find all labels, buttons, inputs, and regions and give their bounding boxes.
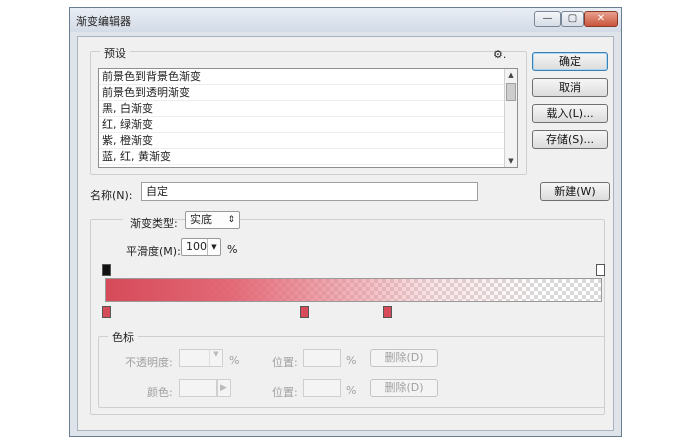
color-location-unit: % xyxy=(346,384,357,397)
load-button[interactable]: 载入(L)... xyxy=(532,104,608,123)
dialog-client: 预设 ⚙. 前景色到背景色渐变 前景色到透明渐变 黑, 白渐变 红, 绿渐变 紫… xyxy=(77,36,614,431)
opacity-field[interactable]: ▼ xyxy=(179,349,223,367)
list-item[interactable]: 前景色到透明渐变 xyxy=(99,85,517,101)
list-item[interactable]: 蓝, 红, 黄渐变 xyxy=(99,149,517,165)
gradient-preview-bar[interactable] xyxy=(105,278,602,302)
delete-opacity-stop-button[interactable]: 删除(D) xyxy=(370,349,438,367)
gradient-fill xyxy=(106,279,601,301)
smoothness-field[interactable]: 100 ▼ xyxy=(181,238,221,256)
color-swatch[interactable] xyxy=(179,379,217,397)
opacity-location-field[interactable] xyxy=(303,349,341,367)
list-item[interactable]: 紫, 橙渐变 xyxy=(99,133,517,149)
maximize-icon: ▢ xyxy=(567,13,578,24)
color-stop[interactable] xyxy=(102,306,111,318)
opacity-location-label: 位置: xyxy=(272,356,298,369)
stops-group xyxy=(98,336,605,408)
opacity-label: 不透明度: xyxy=(125,356,173,369)
presets-list[interactable]: 前景色到背景色渐变 前景色到透明渐变 黑, 白渐变 红, 绿渐变 紫, 橙渐变 … xyxy=(98,68,518,168)
smoothness-value: 100 xyxy=(186,240,207,253)
list-item[interactable]: 红, 绿渐变 xyxy=(99,117,517,133)
presets-legend: 预设 xyxy=(100,45,130,61)
color-label: 颜色: xyxy=(147,386,173,399)
opacity-location-unit: % xyxy=(346,354,357,367)
new-button[interactable]: 新建(W) xyxy=(540,182,610,201)
dropdown-arrow-icon: ▼ xyxy=(209,350,222,366)
opacity-unit: % xyxy=(229,354,240,367)
opacity-stop-start[interactable] xyxy=(102,264,111,276)
color-stop[interactable] xyxy=(300,306,309,318)
list-item[interactable]: 前景色到背景色渐变 xyxy=(99,69,517,85)
title-bar[interactable]: 渐变编辑器 — ▢ ✕ xyxy=(70,8,621,32)
window-title: 渐变编辑器 xyxy=(76,15,131,28)
maximize-button[interactable]: ▢ xyxy=(561,11,584,27)
gear-icon[interactable]: ⚙. xyxy=(493,48,506,61)
smoothness-unit: % xyxy=(227,243,238,256)
minimize-button[interactable]: — xyxy=(534,11,561,27)
opacity-stop-end[interactable] xyxy=(596,264,605,276)
minimize-icon: — xyxy=(542,13,553,24)
gradient-type-select[interactable]: 实底 ⇕ xyxy=(185,211,240,229)
stops-legend: 色标 xyxy=(108,329,138,345)
smoothness-label: 平滑度(M): xyxy=(126,245,181,258)
updown-icon: ⇕ xyxy=(227,215,235,225)
gradient-type-label: 渐变类型: xyxy=(130,217,178,230)
name-label: 名称(N): xyxy=(90,189,133,202)
color-location-label: 位置: xyxy=(272,386,298,399)
list-scrollbar[interactable]: ▲ ▼ xyxy=(504,69,517,167)
ok-button[interactable]: 确定 xyxy=(532,52,608,71)
name-field[interactable]: 自定 xyxy=(141,182,478,201)
color-location-field[interactable] xyxy=(303,379,341,397)
gradient-editor-window: 渐变编辑器 — ▢ ✕ 预设 ⚙. 前景色到背景色渐变 前景色到透明渐变 黑, … xyxy=(69,7,622,437)
close-icon: ✕ xyxy=(596,13,606,24)
color-picker-arrow-icon[interactable]: ▶ xyxy=(217,379,231,397)
cancel-button[interactable]: 取消 xyxy=(532,78,608,97)
scroll-thumb[interactable] xyxy=(506,83,516,101)
dropdown-arrow-icon[interactable]: ▼ xyxy=(207,239,220,255)
list-item[interactable]: 黑, 白渐变 xyxy=(99,101,517,117)
color-stop[interactable] xyxy=(383,306,392,318)
scroll-down-icon[interactable]: ▼ xyxy=(505,155,517,167)
scroll-up-icon[interactable]: ▲ xyxy=(505,69,517,81)
save-button[interactable]: 存储(S)... xyxy=(532,130,608,149)
delete-color-stop-button[interactable]: 删除(D) xyxy=(370,379,438,397)
close-button[interactable]: ✕ xyxy=(584,11,618,27)
gradient-type-value: 实底 xyxy=(190,213,212,226)
